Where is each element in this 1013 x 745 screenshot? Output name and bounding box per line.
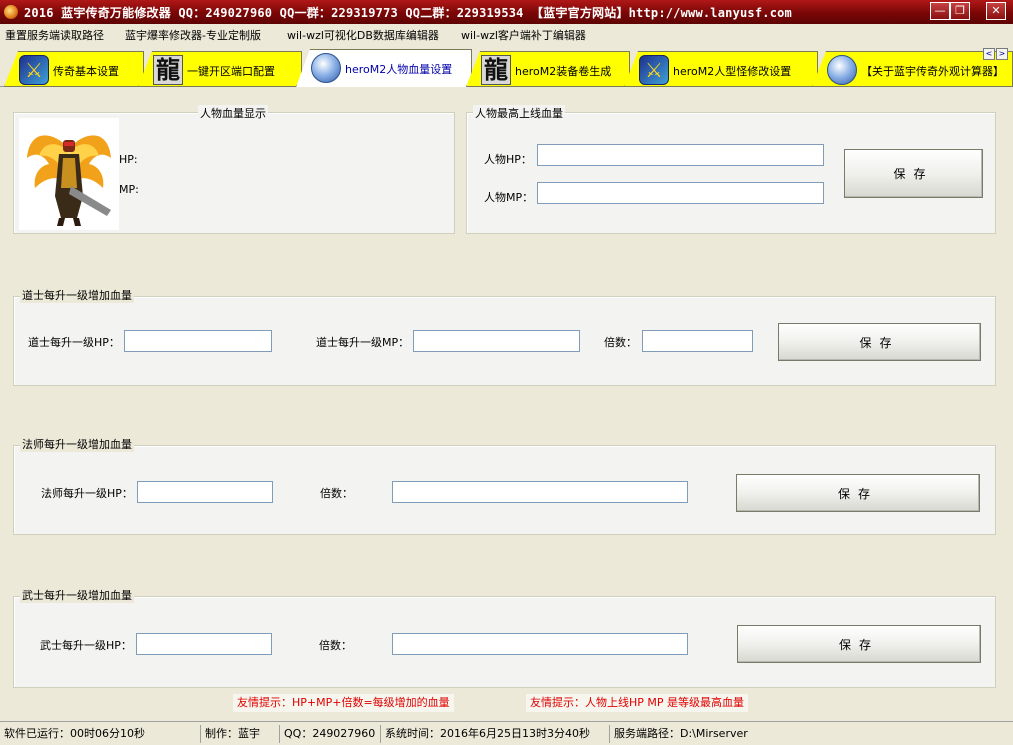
max-mp-label: 人物MP： [484,191,534,204]
tab-panel-hp-settings: 人物血量显示 HP: MP: 人物最高上线血量 人物HP： 人物MP： 保存 道… [0,87,1013,717]
taoist-mp-input[interactable] [413,330,580,352]
taoist-hp-input[interactable] [124,330,272,352]
mage-multiplier-input[interactable] [392,481,688,503]
max-online-save-button[interactable]: 保存 [844,149,983,198]
character-avatar [19,118,119,230]
group-title: 武士每升一级增加血量 [20,587,134,603]
sword-emblem-icon: ⚔ [19,55,49,85]
status-runtime: 软件已运行：00时06分10秒 [4,727,145,740]
menu-droprate-editor[interactable]: 蓝宇爆率修改器-专业定制版 [125,27,261,43]
tab-port-config[interactable]: 龍 一键开区端口配置 [138,51,302,87]
status-author: 制作：蓝宇 [200,725,260,743]
taoist-multiplier-label: 倍数： [604,336,637,349]
mage-save-button[interactable]: 保存 [736,474,980,512]
tab-label: 【关于蓝宇传奇外观计算器】 [861,65,1004,78]
status-server-path: 服务端路径：D:\Mirserver [609,725,748,743]
warrior-save-button[interactable]: 保存 [737,625,981,663]
group-hp-display: 人物血量显示 HP: MP: [13,105,455,234]
max-hp-label: 人物HP： [484,153,532,166]
max-hp-input[interactable] [537,144,824,166]
warrior-multiplier-label: 倍数： [319,639,352,652]
tab-label: 一键开区端口配置 [187,65,275,78]
tab-scroll-right-button[interactable]: > [996,48,1008,60]
hint-formula: 友情提示：HP+MP+倍数=每级增加的血量 [233,694,454,712]
menu-db-editor[interactable]: wil-wzl可视化DB数据库编辑器 [287,27,439,43]
minimize-button[interactable]: — [930,2,950,20]
tab-label: heroM2人物血量设置 [345,63,453,76]
mage-hp-label: 法师每升一级HP： [41,487,133,500]
mage-hp-input[interactable] [137,481,273,503]
taoist-mp-label: 道士每升一级MP： [316,336,410,349]
mp-display-label: MP: [119,183,139,196]
character-sprite-icon [27,135,111,226]
group-title: 道士每升一级增加血量 [20,287,134,303]
group-warrior: 武士每升一级增加血量 武士每升一级HP： 倍数： 保存 [13,587,996,688]
warrior-hp-input[interactable] [136,633,272,655]
menu-client-patch-editor[interactable]: wil-wzl客户端补丁编辑器 [461,27,586,43]
dragon-glyph-icon: 龍 [481,55,511,85]
hint-max-level: 友情提示：人物上线HP MP 是等级最高血量 [526,694,749,712]
menu-bar: 重置服务端读取路径 蓝宇爆率修改器-专业定制版 wil-wzl可视化DB数据库编… [0,24,1013,45]
taoist-multiplier-input[interactable] [642,330,753,352]
app-icon [4,5,18,19]
warrior-hp-label: 武士每升一级HP： [40,639,132,652]
tab-label: 传奇基本设置 [53,65,119,78]
group-title: 人物血量显示 [198,105,268,121]
group-taoist: 道士每升一级增加血量 道士每升一级HP： 道士每升一级MP： 倍数： 保存 [13,287,996,386]
globe-icon [311,53,341,83]
group-title: 法师每升一级增加血量 [20,436,134,452]
group-mage: 法师每升一级增加血量 法师每升一级HP： 倍数： 保存 [13,436,996,535]
restore-button[interactable]: ❐ [950,2,970,20]
status-bar: 软件已运行：00时06分10秒 制作：蓝宇 QQ：249027960 系统时间：… [0,721,1013,745]
title-bar[interactable]: 2016 蓝宇传奇万能修改器 QQ：249027960 QQ一群：2293197… [0,0,1013,24]
max-mp-input[interactable] [537,182,824,204]
tab-scroll-left-button[interactable]: < [983,48,995,60]
tab-humanoid-monster[interactable]: ⚔ heroM2人型怪修改设置 [624,51,818,87]
window-title: 2016 蓝宇传奇万能修改器 QQ：249027960 QQ一群：2293197… [24,6,792,20]
tab-hp-settings[interactable]: heroM2人物血量设置 [296,49,472,87]
taoist-hp-label: 道士每升一级HP： [28,336,120,349]
dragon-glyph-icon: 龍 [153,55,183,85]
tab-basic-settings[interactable]: ⚔ 传奇基本设置 [4,51,144,87]
warrior-multiplier-input[interactable] [392,633,688,655]
taoist-save-button[interactable]: 保存 [778,323,981,361]
status-qq: QQ：249027960 [279,725,375,743]
tab-label: heroM2装备卷生成 [515,65,612,78]
tab-equipment-scroll[interactable]: 龍 heroM2装备卷生成 [466,51,630,87]
tab-label: heroM2人型怪修改设置 [673,65,792,78]
status-system-time: 系统时间：2016年6月25日13时3分40秒 [380,725,590,743]
group-title: 人物最高上线血量 [473,105,565,121]
close-button[interactable]: ✕ [986,2,1006,20]
mage-multiplier-label: 倍数： [320,487,353,500]
globe-icon [827,55,857,85]
group-max-online: 人物最高上线血量 人物HP： 人物MP： 保存 [466,105,996,234]
sword-emblem-icon: ⚔ [639,55,669,85]
menu-reset-server-path[interactable]: 重置服务端读取路径 [5,27,104,43]
hp-display-label: HP: [119,153,138,166]
tab-strip: ⚔ 传奇基本设置 龍 一键开区端口配置 heroM2人物血量设置 龍 heroM… [0,45,1013,87]
